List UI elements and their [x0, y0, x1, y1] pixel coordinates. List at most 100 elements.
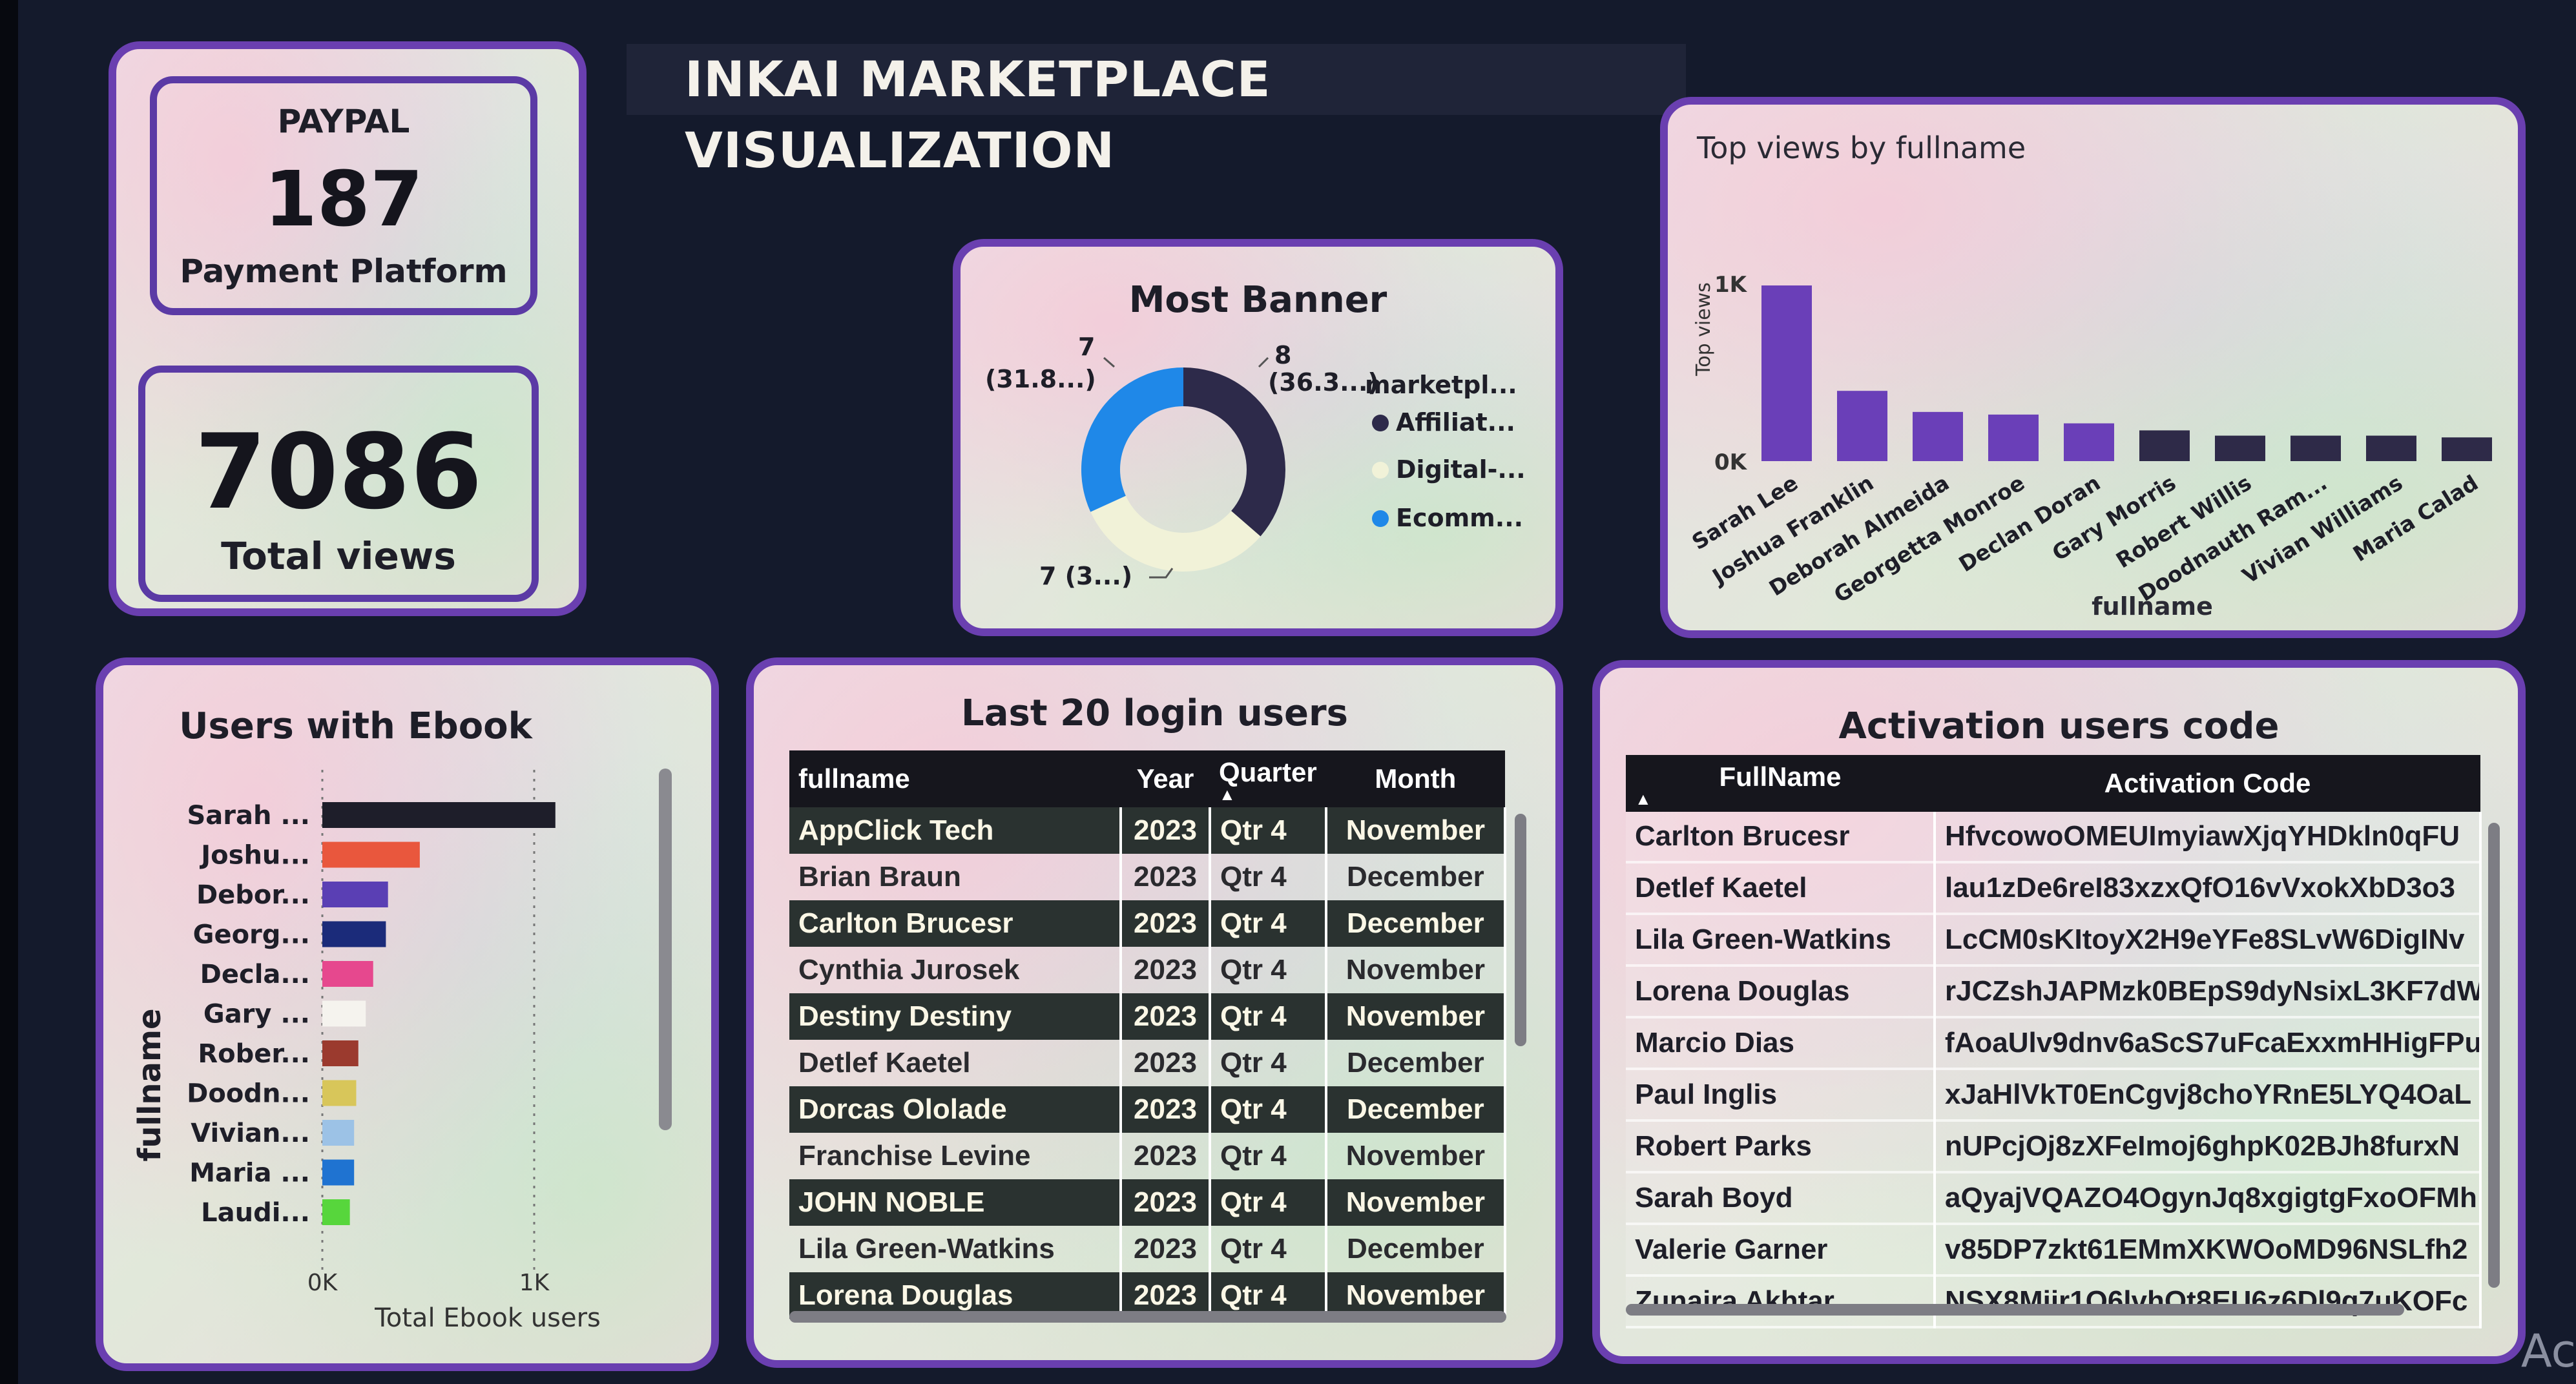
donut-legend[interactable]: marketpl... Affiliat... Digital-... Ecom…: [1365, 371, 1526, 532]
table-row[interactable]: Detlef Kaetel lau1zDe6reI83xzxQfO16vVxokX…: [1626, 862, 2482, 915]
donut-slice-2[interactable]: [1081, 367, 1183, 512]
table-cell: 2023: [1121, 1086, 1211, 1133]
table-row[interactable]: Paul Inglis xJaHlVkT0EnCgvj8choYRnE5LYQ4O…: [1626, 1069, 2482, 1122]
table-cell: November: [1325, 947, 1507, 993]
ebook-bar-7[interactable]: [322, 1080, 357, 1106]
ebook-ytick-10: Laudi...: [201, 1198, 310, 1228]
login-vertical-scrollbar[interactable]: [1515, 814, 1526, 1046]
table-row[interactable]: Dorcas Ololade 2023 Qtr 4 December: [789, 1086, 1507, 1133]
table-cell: 2023: [1121, 854, 1211, 900]
table-cell: Qtr 4: [1210, 1133, 1327, 1179]
table-row[interactable]: Destiny Destiny 2023 Qtr 4 November: [789, 993, 1507, 1040]
col-fullname[interactable]: fullname: [789, 750, 1121, 807]
table-row[interactable]: Detlef Kaetel 2023 Qtr 4 December: [789, 1040, 1507, 1086]
table-cell: Detlef Kaetel: [1626, 862, 1936, 915]
table-row[interactable]: Cynthia Jurosek 2023 Qtr 4 November: [789, 947, 1507, 993]
paypal-card[interactable]: PAYPAL 187 Payment Platform: [150, 76, 537, 315]
table-cell: December: [1325, 900, 1507, 947]
table-row[interactable]: Brian Braun 2023 Qtr 4 December: [789, 854, 1507, 900]
activate-windows-watermark: Ac: [2520, 1325, 2576, 1378]
top-views-bar-8[interactable]: [2366, 435, 2416, 461]
table-row[interactable]: AppClick Tech 2023 Qtr 4 November: [789, 807, 1507, 854]
ebook-bar-9[interactable]: [322, 1159, 355, 1186]
top-views-bar-7[interactable]: [2290, 435, 2341, 461]
top-views-xlabel: fullname: [2092, 592, 2213, 621]
table-row[interactable]: Marcio Dias fAoaUlv9dnv6aScS7uFcaExxmHHig…: [1626, 1017, 2482, 1070]
table-cell: aQyajVQAZO4OgynJq8xgigtgFxoOFMh: [1935, 1172, 2482, 1225]
top-views-bar-4[interactable]: [2064, 423, 2114, 461]
total-views-value: 7086: [194, 411, 483, 532]
table-cell: 2023: [1121, 947, 1211, 993]
table-cell: Lila Green-Watkins: [789, 1226, 1122, 1272]
activation-vertical-scrollbar[interactable]: [2488, 823, 2500, 1288]
ebook-bar-4[interactable]: [322, 961, 373, 987]
table-cell: Marcio Dias: [1626, 1017, 1936, 1070]
ebook-bar-3[interactable]: [322, 921, 386, 947]
table-cell: JOHN NOBLE: [789, 1179, 1122, 1226]
sort-ascending-icon: ▲: [1635, 789, 1652, 809]
top-views-bar-5[interactable]: [2139, 430, 2190, 461]
vertical-scrollbar[interactable]: [659, 769, 672, 1130]
ebook-ytick-7: Doodn...: [187, 1079, 310, 1109]
ebook-ytick-2: Debor...: [196, 880, 310, 910]
col-activation-fullname[interactable]: FullName ▲: [1626, 755, 1935, 812]
ebook-bar-0[interactable]: [322, 802, 556, 828]
table-row[interactable]: Carlton Brucesr HfvcowoOMEUImyiawXjqYHDkl…: [1626, 812, 2482, 863]
most-banner-panel: Most Banner 8 (36.3...) 7 (31.8...) 7 (3…: [953, 239, 1563, 636]
login-horizontal-scrollbar[interactable]: [789, 1311, 1506, 1323]
table-row[interactable]: Lorena Douglas rJCZshJAPMzk0BEpS9dyNsixL3…: [1626, 966, 2482, 1018]
label-affiliate-count: 8: [1274, 341, 1291, 369]
table-cell: November: [1325, 1179, 1507, 1226]
legend-title: marketpl...: [1365, 371, 1517, 399]
top-views-bar-1[interactable]: [1837, 391, 1887, 461]
table-cell: November: [1325, 1133, 1507, 1179]
label-ecommerce-count: 7: [1078, 333, 1095, 361]
col-quarter[interactable]: Quarter ▲: [1210, 750, 1326, 807]
activation-title: Activation users code: [1838, 705, 2280, 747]
label-ecommerce-pct: (31.8...): [985, 365, 1096, 393]
top-views-bar-3[interactable]: [1988, 414, 2039, 461]
table-cell: December: [1325, 854, 1507, 900]
table-row[interactable]: Zunaira Akhtar NSX8Miir1O6lvhOt8EU6z6Dl9q…: [1626, 1276, 2482, 1328]
activation-table: FullName ▲ Activation Code Carlton Bruces…: [1626, 755, 2482, 1328]
dashboard-title: INKAI MARKETPLACE VISUALIZATION: [627, 44, 1686, 179]
ebook-ytick-0: Sarah ...: [187, 801, 310, 831]
table-cell: December: [1325, 1226, 1507, 1272]
col-activation-fullname-label: FullName: [1719, 761, 1842, 792]
top-views-bar-2[interactable]: [1913, 411, 1963, 461]
top-views-bar-0[interactable]: [1761, 285, 1812, 461]
ebook-bar-10[interactable]: [322, 1199, 350, 1225]
top-views-xtick-9: Maria Calad: [2349, 470, 2482, 567]
table-cell: November: [1325, 993, 1507, 1040]
table-row[interactable]: Carlton Brucesr 2023 Qtr 4 December: [789, 900, 1507, 947]
col-activation-code[interactable]: Activation Code: [1935, 755, 2480, 812]
ebook-bar-2[interactable]: [322, 882, 388, 907]
table-row[interactable]: Sarah Boyd aQyajVQAZO4OgynJq8xgigtgFxoOFM…: [1626, 1172, 2482, 1225]
table-cell: HfvcowoOMEUImyiawXjqYHDkln0qFU: [1935, 812, 2482, 863]
top-views-bar-6[interactable]: [2215, 435, 2265, 461]
leader-line-ecommerce: [1103, 356, 1115, 368]
col-month[interactable]: Month: [1325, 750, 1505, 807]
activation-horizontal-scrollbar[interactable]: [1626, 1304, 2404, 1316]
table-row[interactable]: Robert Parks nUPcjOj8zXFeImoj6ghpK02BJh8f…: [1626, 1121, 2482, 1173]
table-cell: Brian Braun: [789, 854, 1122, 900]
xtick-0k: 0K: [307, 1270, 338, 1296]
ebook-bar-1[interactable]: [322, 842, 420, 868]
table-cell: Carlton Brucesr: [789, 900, 1122, 947]
table-row[interactable]: Lila Green-Watkins LcCM0sKItoyX2H9eYFe8SL…: [1626, 914, 2482, 967]
table-row[interactable]: Lila Green-Watkins 2023 Qtr 4 December: [789, 1226, 1507, 1272]
table-row[interactable]: Franchise Levine 2023 Qtr 4 November: [789, 1133, 1507, 1179]
table-cell: Qtr 4: [1210, 900, 1327, 947]
table-row[interactable]: JOHN NOBLE 2023 Qtr 4 November: [789, 1179, 1507, 1226]
total-views-card[interactable]: 7086 Total views: [138, 366, 539, 602]
legend-affiliate: Affiliat...: [1396, 408, 1515, 437]
table-row[interactable]: Valerie Garner v85DP7zkt61EMmXKWOoMD96NSL…: [1626, 1224, 2482, 1277]
legend-swatch-ecommerce: [1372, 510, 1389, 527]
label-digital: 7 (3...): [1039, 562, 1132, 590]
ebook-bar-5[interactable]: [322, 1000, 366, 1027]
ebook-bar-6[interactable]: [322, 1040, 358, 1066]
table-cell: Qtr 4: [1210, 993, 1327, 1040]
top-views-bar-9[interactable]: [2442, 437, 2492, 461]
col-year[interactable]: Year: [1121, 750, 1210, 807]
ebook-bar-8[interactable]: [322, 1120, 355, 1146]
